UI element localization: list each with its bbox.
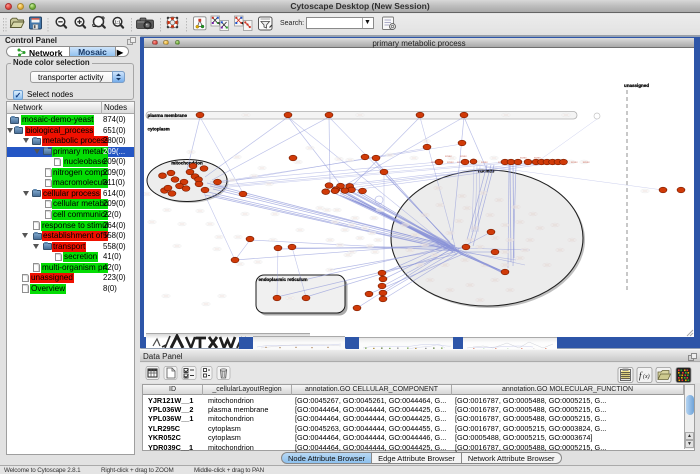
svg-text:endoplasmic reticulum: endoplasmic reticulum xyxy=(259,277,308,282)
svg-text:xxxxx: xxxxx xyxy=(571,161,578,164)
svg-text:1:1: 1:1 xyxy=(114,19,121,24)
svg-text:cytoplasm: cytoplasm xyxy=(148,127,170,132)
svg-text:xxxxx: xxxxx xyxy=(583,161,590,164)
svg-text:xxxxx: xxxxx xyxy=(445,155,452,158)
svg-text:xxxxx: xxxxx xyxy=(460,155,467,158)
svg-text:plasma membrane: plasma membrane xyxy=(148,113,188,118)
svg-text:unassigned: unassigned xyxy=(624,83,649,88)
svg-text:xxxxx: xxxxx xyxy=(447,161,454,164)
svg-text:mitochondrion: mitochondrion xyxy=(171,161,203,166)
svg-text:xxxxx: xxxxx xyxy=(481,161,488,164)
svg-text:(x): (x) xyxy=(643,373,650,380)
